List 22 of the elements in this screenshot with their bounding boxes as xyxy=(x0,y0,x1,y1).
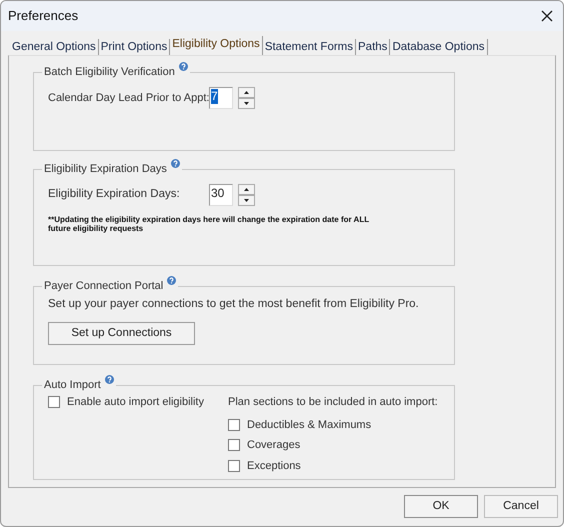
group-title: Payer Connection Portal xyxy=(44,280,164,293)
group-title: Eligibility Expiration Days xyxy=(44,163,167,176)
group-title: Batch Eligibility Verification xyxy=(44,66,175,79)
tab[interactable]: Eligibility Options xyxy=(170,36,263,55)
dialog-button[interactable]: OK xyxy=(404,495,478,518)
warning-note: **Updating the eligibility expiration days here will change the expiration date for ALL future eligibility requests xyxy=(47,215,370,233)
window-title: Preferences xyxy=(8,7,78,26)
number-field[interactable]: 7 xyxy=(209,87,233,109)
setup-connections-button[interactable]: Set up Connections xyxy=(48,322,195,346)
checkbox-label: Enable auto import eligibility xyxy=(67,395,204,410)
group-title: Auto Import xyxy=(44,379,101,392)
checkbox-label: Exceptions xyxy=(247,458,301,474)
description-text: Set up your payer connections to get the most benefit from Eligibility Pro. xyxy=(47,297,420,312)
field-label: Calendar Day Lead Prior to Appt: xyxy=(48,90,209,106)
field-label: Eligibility Expiration Days: xyxy=(48,187,181,202)
checkbox-label: Deductibles & Maximums xyxy=(247,418,372,432)
sections-label: Plan sections to be included in auto import: xyxy=(228,395,438,410)
checkbox-label: Coverages xyxy=(247,438,300,453)
dialog-button[interactable]: Cancel xyxy=(484,495,558,518)
number-field[interactable]: 30 xyxy=(209,184,233,206)
field-value: 7 xyxy=(211,89,218,104)
field-value: 30 xyxy=(211,186,224,201)
